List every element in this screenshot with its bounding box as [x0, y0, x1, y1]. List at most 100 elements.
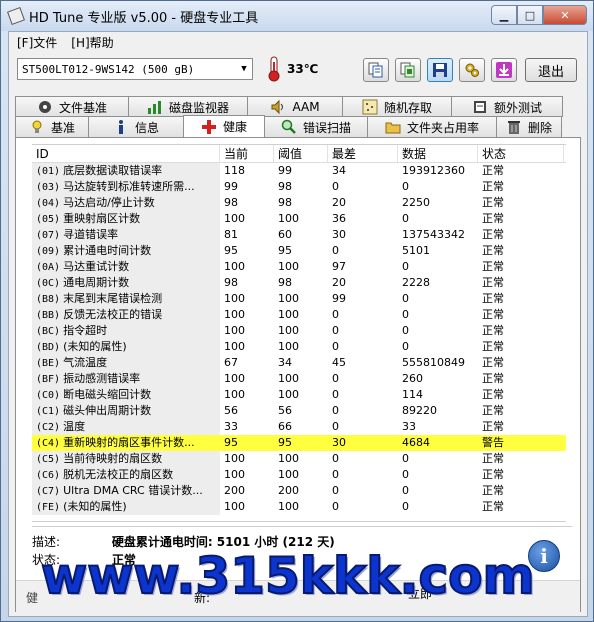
tab-error-scan[interactable]: 错误扫描	[264, 116, 368, 137]
save-button[interactable]	[427, 58, 453, 82]
cell-status: 正常	[482, 452, 504, 465]
table-row[interactable]: (FE) (未知的属性) 100 100 0 0 正常	[32, 499, 566, 515]
tab-file-benchmark[interactable]: 文件基准	[15, 96, 129, 117]
cell-status: 正常	[482, 340, 504, 353]
temperature-readout: 33℃	[287, 62, 319, 76]
cell-current: 100	[224, 260, 245, 273]
cell-id: (01) 底层数据读取错误率	[32, 163, 220, 179]
attribute-code: (03)	[36, 182, 61, 193]
table-row[interactable]: (C5) 当前待映射的扇区数 100 100 0 0 正常	[32, 451, 566, 467]
tab-erase[interactable]: 删除	[496, 116, 562, 137]
table-row[interactable]: (C7) Ultra DMA CRC 错误计数... 200 200 0 0 正常	[32, 483, 566, 499]
options-button[interactable]	[459, 58, 485, 82]
attribute-code: (0C)	[36, 278, 61, 289]
table-row[interactable]: (05) 重映射扇区计数 100 100 36 0 正常	[32, 211, 566, 227]
table-row[interactable]: (C4) 重新映射的扇区事件计数... 95 95 30 4684 警告	[32, 435, 566, 451]
tab-random-access[interactable]: 随机存取	[342, 96, 452, 117]
title-bar[interactable]: HD Tune 专业版 v5.00 - 硬盘专业工具 ▁ □ ✕	[1, 1, 593, 31]
col-current[interactable]: 当前	[220, 145, 274, 162]
cell-threshold: 200	[278, 484, 299, 497]
attribute-name: 脱机无法校正的扇区数	[63, 468, 174, 481]
download-button[interactable]	[491, 58, 517, 82]
cell-status: 正常	[482, 164, 504, 177]
tab-folder-usage[interactable]: 文件夹占用率	[367, 116, 497, 137]
smart-table[interactable]: ID 当前 阈值 最差 数据 状态 (01) 底层数据读取错误率 118 99 34 19…	[32, 144, 566, 522]
tab-extra-tests[interactable]: 额外测试	[451, 96, 563, 117]
cell-status: 正常	[482, 260, 504, 273]
cell-current: 100	[224, 452, 245, 465]
menu-file[interactable]: [F]文件	[17, 34, 57, 51]
table-row[interactable]: (04) 马达启动/停止计数 98 98 20 2250 正常	[32, 195, 566, 211]
cell-id: (04) 马达启动/停止计数	[32, 195, 220, 211]
cell-status: 正常	[482, 308, 504, 321]
close-button[interactable]: ✕	[543, 5, 587, 25]
attribute-name: 通电周期计数	[63, 276, 130, 289]
table-row[interactable]: (C2) 温度 33 66 0 33 正常	[32, 419, 566, 435]
cell-current: 33	[224, 420, 238, 433]
exit-button[interactable]: 退出	[525, 58, 577, 82]
minimize-button[interactable]: ▁	[491, 5, 517, 25]
cell-threshold: 100	[278, 212, 299, 225]
attribute-name: 温度	[63, 420, 86, 433]
cell-threshold: 56	[278, 404, 292, 417]
chevron-down-icon[interactable]: ▼	[236, 59, 252, 79]
table-row[interactable]: (B8) 末尾到末尾错误检测 100 100 99 0 正常	[32, 291, 566, 307]
copy-text-button[interactable]	[363, 58, 389, 82]
table-row[interactable]: (07) 寻道错误率 81 60 30 137543342 正常	[32, 227, 566, 243]
download-icon	[496, 62, 512, 78]
tab-health[interactable]: 健康	[183, 115, 265, 137]
table-row[interactable]: (C1) 磁头伸出周期计数 56 56 0 89220 正常	[32, 403, 566, 419]
table-row[interactable]: (01) 底层数据读取错误率 118 99 34 193912360 正常	[32, 163, 566, 179]
table-row[interactable]: (09) 累计通电时间计数 95 95 0 5101 正常	[32, 243, 566, 259]
copy-screenshot-button[interactable]	[395, 58, 421, 82]
attribute-code: (C4)	[36, 438, 61, 449]
cell-data: 0	[402, 212, 409, 225]
cell-threshold: 100	[278, 340, 299, 353]
maximize-button[interactable]: □	[517, 5, 543, 25]
table-row[interactable]: (0A) 马达重试计数 100 100 97 0 正常	[32, 259, 566, 275]
cell-current: 100	[224, 292, 245, 305]
cell-current: 98	[224, 196, 238, 209]
table-row[interactable]: (C6) 脱机无法校正的扇区数 100 100 0 0 正常	[32, 467, 566, 483]
cell-data: 0	[402, 292, 409, 305]
cell-worst: 99	[332, 292, 346, 305]
disk-monitor-icon	[147, 99, 163, 115]
col-data[interactable]: 数据	[398, 145, 478, 162]
window-controls: ▁ □ ✕	[491, 5, 587, 25]
attribute-code: (BF)	[36, 374, 61, 385]
cell-data: 4684	[402, 436, 430, 449]
tab-aam[interactable]: AAM	[247, 96, 343, 117]
col-worst[interactable]: 最差	[328, 145, 398, 162]
table-row[interactable]: (BD) (未知的属性) 100 100 0 0 正常	[32, 339, 566, 355]
table-row[interactable]: (C0) 断电磁头缩回计数 100 100 0 114 正常	[32, 387, 566, 403]
tab-benchmark[interactable]: 基准	[15, 116, 89, 137]
thermometer-icon	[265, 56, 283, 82]
cell-threshold: 99	[278, 164, 292, 177]
attribute-code: (01)	[36, 166, 61, 177]
table-row[interactable]: (0C) 通电周期计数 98 98 20 2228 正常	[32, 275, 566, 291]
cell-current: 118	[224, 164, 245, 177]
cell-worst: 0	[332, 420, 339, 433]
cell-threshold: 100	[278, 500, 299, 513]
cell-current: 100	[224, 308, 245, 321]
cell-data: 0	[402, 468, 409, 481]
health-cross-icon	[201, 119, 217, 135]
table-row[interactable]: (BF) 振动感测错误率 100 100 0 260 正常	[32, 371, 566, 387]
table-row[interactable]: (BE) 气流温度 67 34 45 555810849 正常	[32, 355, 566, 371]
cell-threshold: 100	[278, 372, 299, 385]
col-threshold[interactable]: 阈值	[274, 145, 328, 162]
watermark-text: www.315kkk.com	[40, 546, 536, 606]
drive-select[interactable]: ST500LT012-9WS142 (500 gB) ▼	[17, 58, 253, 80]
col-id[interactable]: ID	[32, 145, 220, 162]
cell-worst: 34	[332, 164, 346, 177]
window-title: HD Tune 专业版 v5.00 - 硬盘专业工具	[29, 10, 259, 26]
menu-help[interactable]: [H]帮助	[71, 34, 113, 51]
table-row[interactable]: (BC) 指令超时 100 100 0 0 正常	[32, 323, 566, 339]
col-status[interactable]: 状态	[478, 145, 564, 162]
cell-id: (BE) 气流温度	[32, 355, 220, 371]
tab-info[interactable]: 信息	[88, 116, 184, 137]
table-row[interactable]: (03) 马达旋转到标准转速所需... 99 98 0 0 正常	[32, 179, 566, 195]
tab-disk-monitor[interactable]: 磁盘监视器	[128, 96, 248, 117]
cell-threshold: 95	[278, 436, 292, 449]
table-row[interactable]: (BB) 反馈无法校正的错误 100 100 0 0 正常	[32, 307, 566, 323]
